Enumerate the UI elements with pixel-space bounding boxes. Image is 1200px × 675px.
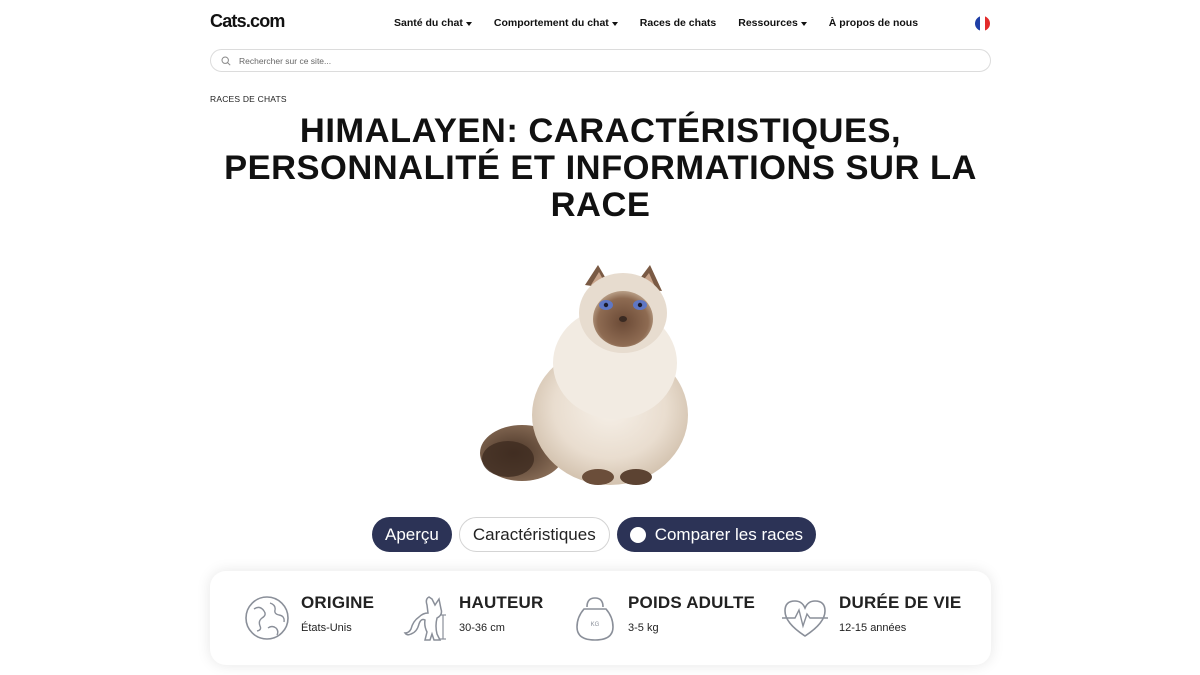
chevron-down-icon [465,21,472,26]
fact-label: ORIGINE [301,593,375,612]
himalayan-cat-photo [480,265,688,485]
fact-text: DURÉE DE VIE 12-15 années [839,593,961,634]
cat-silhouette-icon [403,596,446,641]
compare-breeds-toggle[interactable]: Comparer les races [616,517,817,552]
site-header: Cats.com Santé du chat Comportement du c… [0,0,1200,48]
fact-value: 3-5 kg [628,622,659,634]
tab-label: Comparer les races [654,524,804,544]
tab-label: Aperçu [385,524,439,544]
fact-hauteur: HAUTEUR 30-36 cm [400,571,570,665]
fact-poids-adulte: KG POIDS ADULTE 3-5 kg [570,571,780,665]
chevron-down-icon [800,21,807,26]
kettlebell-weight-icon: KG [576,597,614,641]
svg-text:KG: KG [591,622,600,628]
nav-item-comportement[interactable]: Comportement du chat [494,17,618,29]
search-icon [221,55,231,66]
nav-item-label: À propos de nous [828,17,919,29]
heartbeat-icon [782,600,828,637]
nav-item-label: Comportement du chat [493,17,609,29]
fact-value: 12-15 années [839,622,907,634]
fact-text: ORIGINE États-Unis [301,593,374,634]
globe-icon [245,596,289,640]
fact-label: HAUTEUR [459,593,544,612]
breed-tabs: Aperçu Caractéristiques Comparer les rac… [372,517,817,552]
nav-item-ressources[interactable]: Ressources [738,17,807,29]
breed-facts-card: ORIGINE États-Unis HAUTEUR 30-36 cm KG P… [210,571,991,665]
nav-item-label: Santé du chat [394,17,463,29]
french-flag-icon[interactable] [975,16,990,31]
toggle-dot-icon [629,526,646,543]
search-input[interactable] [239,55,939,66]
tab-apercu[interactable]: Aperçu [372,517,452,552]
fact-origine: ORIGINE États-Unis [210,571,405,665]
fact-text: HAUTEUR 30-36 cm [459,593,544,634]
nav-item-sante[interactable]: Santé du chat [394,17,472,29]
breadcrumb[interactable]: RACES DE CHATS [210,94,287,104]
fact-label: DURÉE DE VIE [839,593,962,612]
chevron-down-icon [611,21,618,26]
nav-item-label: Races de chats [639,17,717,29]
page-title: HIMALAYEN: CARACTÉRISTIQUES, PERSONNALIT… [224,112,977,224]
tab-label: Caractéristiques [472,524,596,544]
main-nav: Santé du chat Comportement du chat Races… [394,17,940,29]
tab-caracteristiques[interactable]: Caractéristiques [458,517,610,552]
nav-item-a-propos[interactable]: À propos de nous [829,17,918,29]
fact-duree-de-vie: DURÉE DE VIE 12-15 années [780,571,991,665]
search-bar [210,49,991,72]
site-logo[interactable]: Cats.com [210,11,285,32]
fact-value: 30-36 cm [459,622,505,634]
fact-text: POIDS ADULTE 3-5 kg [628,593,755,634]
nav-item-races[interactable]: Races de chats [640,17,716,29]
fact-value: États-Unis [301,622,352,634]
nav-item-label: Ressources [738,17,798,29]
fact-label: POIDS ADULTE [628,593,756,612]
